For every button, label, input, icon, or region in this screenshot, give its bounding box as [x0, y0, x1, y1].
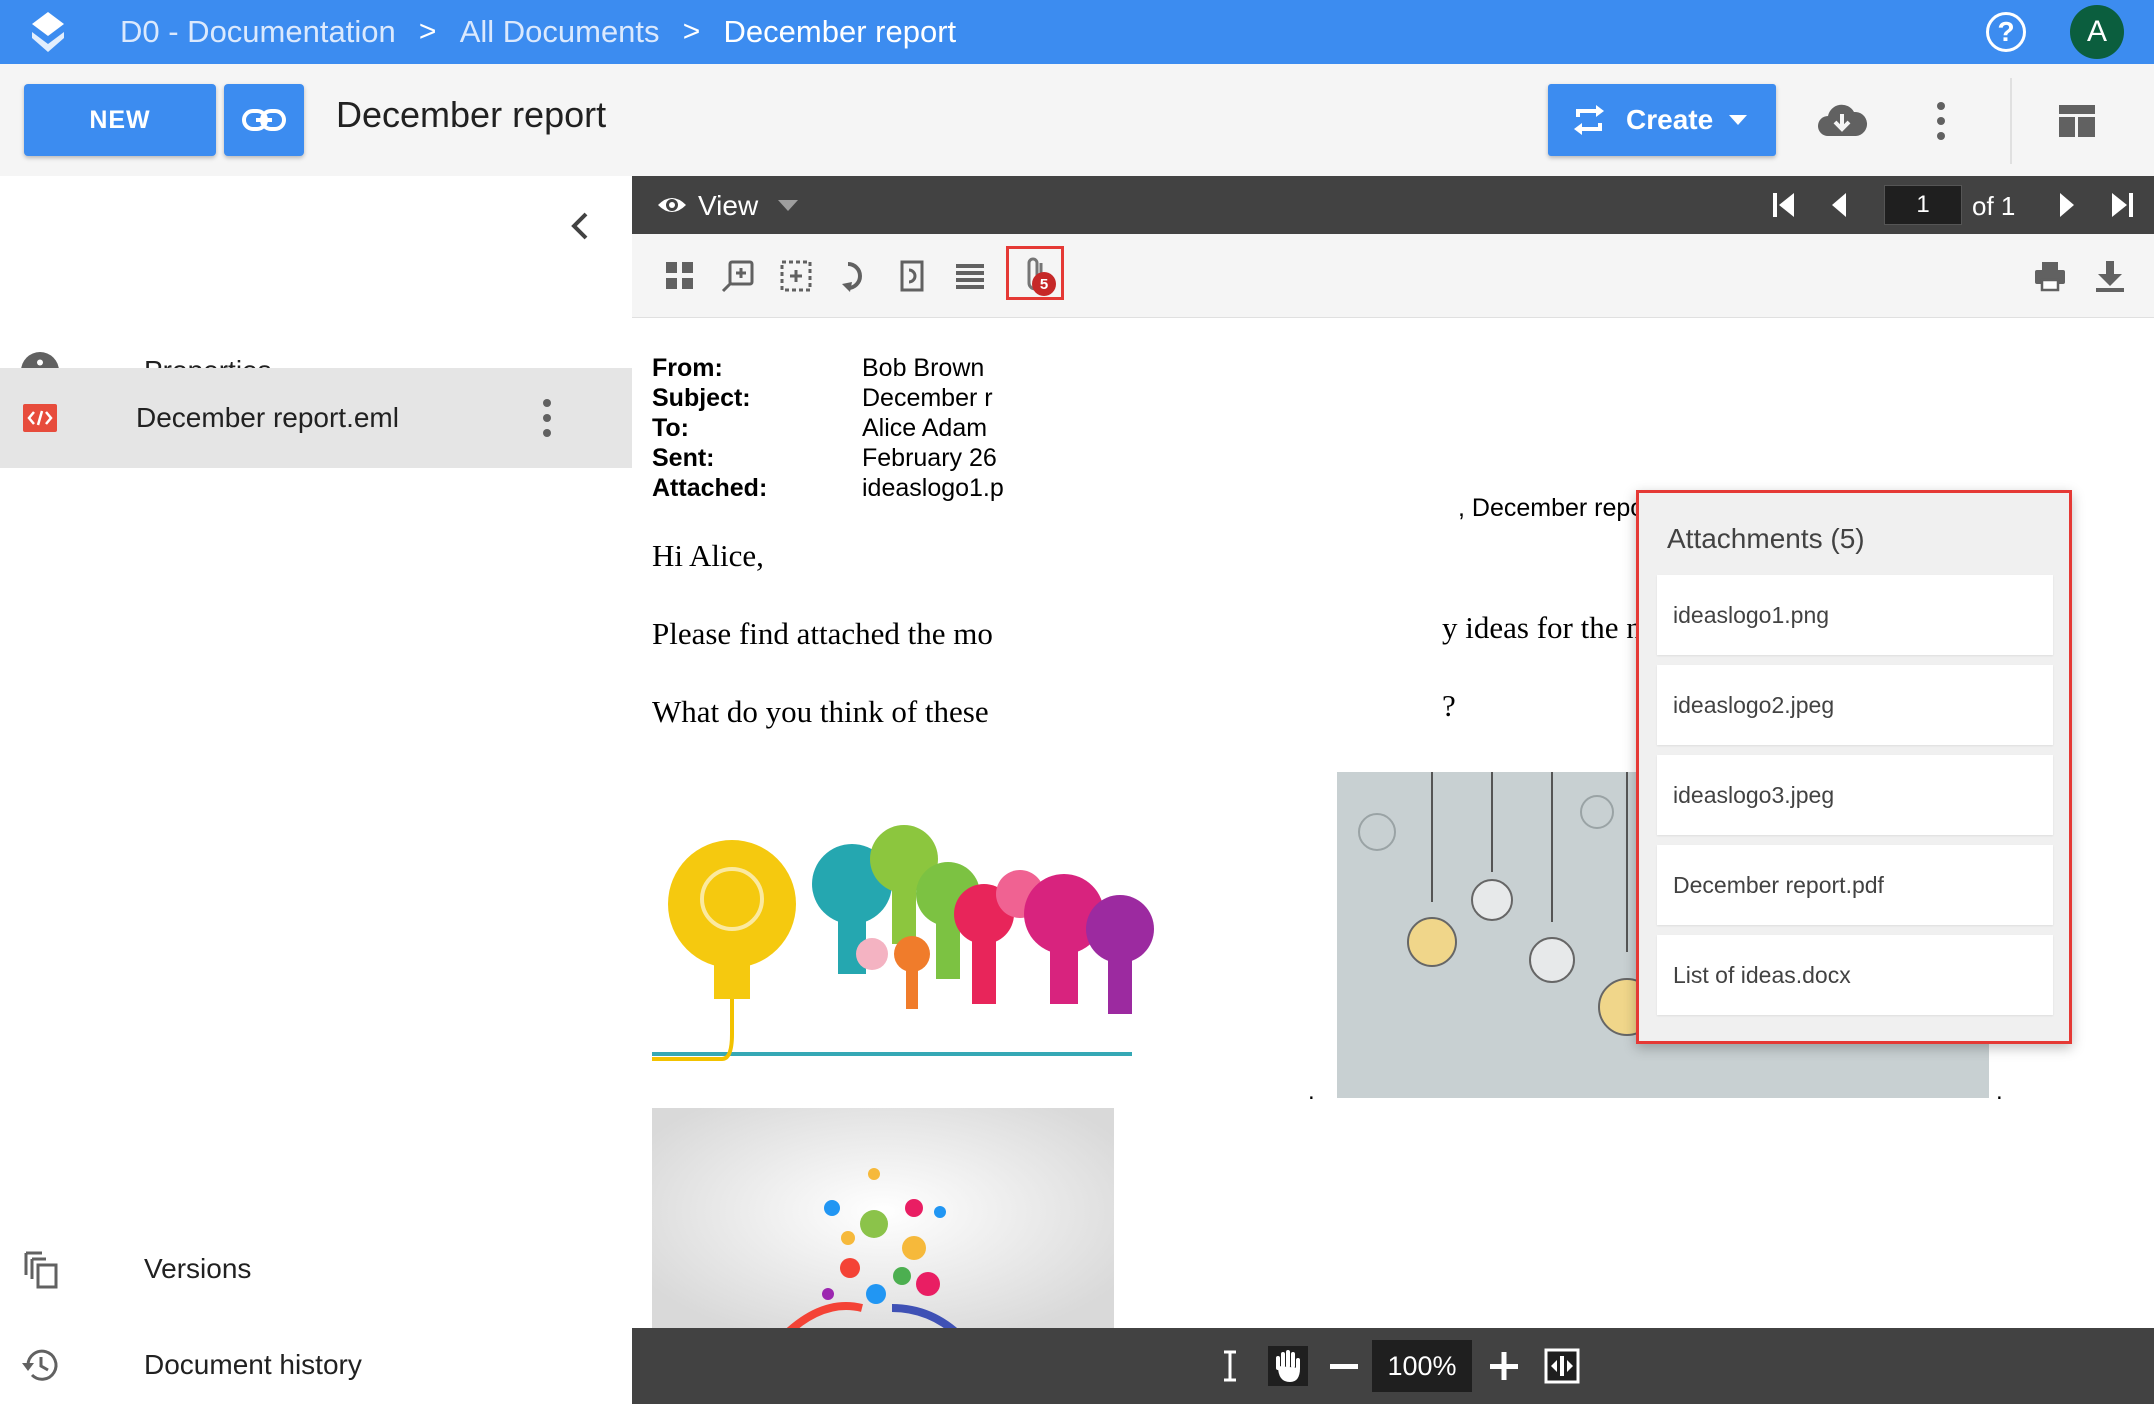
rotate-page-icon[interactable]: [894, 258, 930, 294]
sidebar-item-label: Versions: [144, 1253, 252, 1284]
versions-icon: [24, 1251, 58, 1289]
inline-image-bulbs-colorful: [652, 764, 1272, 1094]
zoom-out-icon[interactable]: [1324, 1346, 1364, 1386]
email-body-line: What do you think of these: [652, 694, 989, 729]
breadcrumb-separator: >: [682, 15, 701, 48]
chevron-down-icon[interactable]: [778, 200, 798, 211]
email-body-line: Please find attached the mo: [652, 616, 993, 651]
sidebar-item-label: December report.eml: [136, 402, 399, 433]
previous-page-icon[interactable]: [1824, 189, 1856, 221]
attachment-item[interactable]: ideaslogo3.jpeg: [1657, 755, 2053, 835]
attachments-popup-title: Attachments (5): [1667, 523, 1865, 554]
eye-icon[interactable]: [656, 191, 688, 219]
attached-value: ideaslogo1.p: [862, 474, 1004, 502]
breadcrumb-current-document: December report: [723, 14, 957, 49]
breadcrumb-all-documents[interactable]: All Documents: [460, 14, 660, 50]
next-page-icon[interactable]: [2050, 189, 2082, 221]
breadcrumb-workspace[interactable]: D0 - Documentation: [120, 14, 396, 50]
image-separator: .: [1996, 1078, 2003, 1105]
viewer-top-bar: View 1 of 1: [632, 176, 2154, 234]
sidebar-item-file[interactable]: December report.eml: [0, 368, 632, 468]
sidebar-item-label: Document history: [144, 1349, 362, 1380]
zoom-level[interactable]: 100%: [1372, 1340, 1472, 1392]
to-value: Alice Adam: [862, 414, 988, 442]
create-button[interactable]: Create: [1548, 84, 1776, 156]
viewer-toolbar: 5: [632, 234, 2154, 318]
left-sidebar: Properties December report.eml Versions …: [0, 176, 632, 1404]
create-label: Create: [1626, 104, 1714, 135]
attachments-popup: Attachments (5) ideaslogo1.png ideaslogo…: [1636, 490, 2072, 1044]
first-page-icon[interactable]: [1768, 189, 1800, 221]
from-label: From:: [652, 354, 723, 382]
more-vertical-icon[interactable]: [540, 396, 554, 440]
attachment-item[interactable]: List of ideas.docx: [1657, 935, 2053, 1015]
subject-label: Subject:: [652, 384, 751, 412]
fit-selection-icon[interactable]: [778, 258, 814, 294]
download-icon[interactable]: [2092, 258, 2128, 294]
subject-value: December r: [862, 384, 993, 412]
fit-width-icon[interactable]: [1542, 1346, 1582, 1386]
attachment-item[interactable]: ideaslogo2.jpeg: [1657, 665, 2053, 745]
breadcrumb: D0 - Documentation > All Documents > Dec…: [120, 0, 956, 64]
to-label: To:: [652, 414, 690, 442]
zoom-in-icon[interactable]: [1484, 1346, 1524, 1386]
attachment-item[interactable]: ideaslogo1.png: [1657, 575, 2053, 655]
attached-label: Attached:: [652, 474, 768, 502]
new-button[interactable]: NEW: [24, 84, 216, 156]
print-icon[interactable]: [2032, 258, 2068, 294]
image-separator: .: [1308, 1078, 1315, 1105]
breadcrumb-separator: >: [418, 15, 437, 48]
viewer-bottom-bar: 100%: [632, 1328, 2154, 1404]
app-logo-icon[interactable]: [24, 8, 72, 56]
document-title: December report: [336, 94, 607, 135]
sent-value: February 26: [862, 444, 997, 472]
search-document-icon[interactable]: [720, 258, 756, 294]
pan-hand-icon[interactable]: [1268, 1346, 1308, 1386]
sidebar-item-versions[interactable]: Versions: [0, 1220, 632, 1318]
view-menu-label[interactable]: View: [698, 190, 758, 222]
code-file-icon: [23, 404, 57, 432]
chevron-down-icon: [1729, 115, 1748, 125]
cloud-download-icon[interactable]: [1816, 102, 1868, 138]
attachment-count-badge: 5: [1032, 272, 1056, 296]
user-avatar[interactable]: A: [2070, 5, 2124, 59]
from-value: Bob Brown: [862, 354, 985, 382]
link-icon: [242, 109, 286, 131]
page-count: of 1: [1972, 191, 2016, 221]
page-number-input[interactable]: 1: [1884, 185, 1962, 225]
sent-label: Sent:: [652, 444, 715, 472]
email-body-line-continued: ?: [1442, 688, 1456, 723]
header-divider: [2010, 78, 2012, 164]
email-greeting: Hi Alice,: [652, 538, 764, 573]
last-page-icon[interactable]: [2106, 189, 2138, 221]
copy-link-button[interactable]: [224, 84, 304, 156]
inline-image-dots: [652, 1108, 1114, 1338]
document-viewer: View 1 of 1 5 From: Subject: To: Sent: A…: [632, 176, 2154, 1404]
text-select-icon[interactable]: [1210, 1346, 1250, 1386]
more-vertical-icon[interactable]: [1934, 100, 1948, 142]
attachment-item[interactable]: December report.pdf: [1657, 845, 2053, 925]
help-icon[interactable]: ?: [1986, 12, 2026, 52]
layout-panel-icon[interactable]: [2058, 104, 2096, 138]
document-header: NEW December report Create: [0, 64, 2154, 176]
sync-icon: [1574, 105, 1604, 135]
thumbnails-icon[interactable]: [662, 258, 698, 294]
chevron-left-icon[interactable]: [566, 208, 596, 244]
history-icon: [22, 1349, 58, 1381]
rotate-icon[interactable]: [836, 258, 872, 294]
continuous-scroll-icon[interactable]: [952, 258, 988, 294]
top-app-bar: D0 - Documentation > All Documents > Dec…: [0, 0, 2154, 64]
sidebar-item-history[interactable]: Document history: [0, 1316, 632, 1404]
